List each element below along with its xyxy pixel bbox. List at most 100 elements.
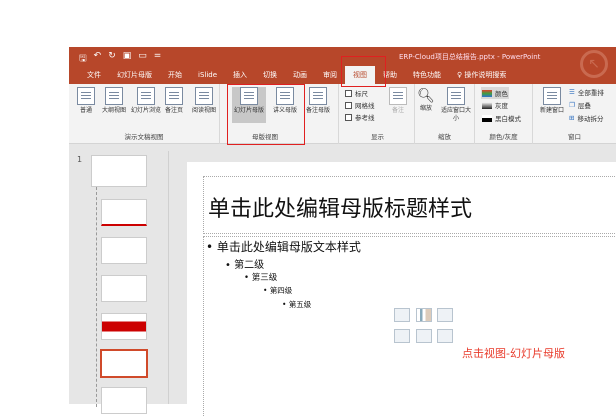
tab-islide[interactable]: iSlide <box>190 66 225 84</box>
group-window: 新建窗口 ☰ 全部重排 ❐ 层叠 ⊞ 移动拆分 窗口 <box>533 84 616 144</box>
group-label: 显示 <box>371 133 384 141</box>
layout-thumbnail-selected[interactable] <box>100 349 148 378</box>
color-swatch-icon <box>482 89 492 97</box>
label: 备注 <box>391 107 404 114</box>
body-placeholder[interactable]: • 单击此处编辑母版文本样式 • 第二级 • 第三级 • 第四级 • 第五级 点… <box>203 236 616 416</box>
ruler-checkbox[interactable]: 标尺 <box>345 88 368 98</box>
label: 适应窗口大小 <box>440 107 471 122</box>
group-label: 缩放 <box>438 133 451 141</box>
notes-page-button[interactable]: 备注页 <box>157 87 191 115</box>
label: 参考线 <box>355 114 375 122</box>
insert-video-icon[interactable] <box>437 329 453 343</box>
insert-picture-icon[interactable] <box>394 329 410 343</box>
insert-chart-icon[interactable] <box>416 308 432 322</box>
tab-file[interactable]: 文件 <box>79 66 109 84</box>
tell-me-search[interactable]: ♀ 操作说明搜索 <box>449 66 514 84</box>
move-split-button[interactable]: ⊞ 移动拆分 <box>569 113 603 123</box>
text-level-2: • 第二级 <box>225 260 265 271</box>
quick-access-toolbar: 🖫 ↶ ↻ ▣ ▭ = <box>79 51 161 67</box>
outline-view-button[interactable]: 大纲视图 <box>97 87 131 115</box>
notes-master-icon <box>309 87 327 105</box>
reading-view-icon <box>195 87 213 105</box>
text-level-1: • 单击此处编辑母版文本样式 <box>206 240 361 254</box>
notes-button[interactable]: 备注 <box>381 87 415 115</box>
ribbon: 普通 大纲视图 幻灯片浏览 备注页 阅读视图 演示文稿视图 幻灯片母版 讲义母版… <box>69 84 616 144</box>
label: 备注页 <box>164 107 183 114</box>
customize-icon[interactable]: = <box>154 51 162 67</box>
checkbox[interactable] <box>345 101 352 109</box>
checkbox[interactable] <box>345 89 352 97</box>
group-color-grayscale: 颜色 灰度 黑白模式 颜色/灰度 <box>475 84 533 144</box>
level-text: 第三级 <box>251 273 278 283</box>
highlight-master-views <box>227 84 305 145</box>
black-white-button[interactable]: 黑白模式 <box>482 113 521 123</box>
gridlines-checkbox[interactable]: 网格线 <box>345 100 375 110</box>
notes-page-icon <box>165 87 183 105</box>
tab-transitions[interactable]: 切换 <box>255 66 285 84</box>
layout-icon[interactable]: ▭ <box>138 51 147 67</box>
cascade-icon: ❐ <box>569 101 575 109</box>
tab-features[interactable]: 特色功能 <box>405 66 449 84</box>
label: 备注母版 <box>305 107 330 114</box>
new-window-button[interactable]: 新建窗口 <box>535 87 569 115</box>
label: 普通 <box>79 107 92 114</box>
master-number: 1 <box>77 155 83 164</box>
label: 层叠 <box>577 102 591 110</box>
layout-thumbnail[interactable] <box>101 199 147 226</box>
zoom-button[interactable]: 🔍︎ 缩放 <box>413 87 439 113</box>
cascade-button[interactable]: ❐ 层叠 <box>569 100 591 110</box>
help-circle-icon[interactable]: ↖ <box>580 50 608 78</box>
slide-sorter-icon <box>137 87 155 105</box>
group-label: 演示文稿视图 <box>124 133 164 141</box>
level-text: 第五级 <box>288 300 312 309</box>
present-icon[interactable]: ▣ <box>123 51 132 67</box>
label: 大纲视图 <box>101 107 126 114</box>
layout-thumbnail[interactable] <box>101 237 147 264</box>
level-text: 单击此处编辑母版文本样式 <box>216 240 361 254</box>
arrange-all-button[interactable]: ☰ 全部重排 <box>569 87 604 97</box>
redo-icon[interactable]: ↻ <box>108 51 116 67</box>
insert-online-picture-icon[interactable] <box>416 329 432 343</box>
insert-smartart-icon[interactable] <box>437 308 453 322</box>
tab-slide-master[interactable]: 幻灯片母版 <box>109 66 160 84</box>
black-white-icon <box>482 114 492 122</box>
notes-master-button[interactable]: 备注母版 <box>301 87 335 115</box>
label: 黑白模式 <box>495 115 521 123</box>
label: 颜色 <box>495 90 508 98</box>
insert-table-icon[interactable] <box>394 308 410 322</box>
slide-master-canvas[interactable]: 单击此处编辑母版标题样式 • 单击此处编辑母版文本样式 • 第二级 • 第三级 … <box>187 162 616 416</box>
reading-view-button[interactable]: 阅读视图 <box>187 87 221 115</box>
undo-icon[interactable]: ↶ <box>94 51 102 67</box>
level-text: 第二级 <box>234 260 265 271</box>
color-button[interactable]: 颜色 <box>481 87 509 99</box>
checkbox[interactable] <box>345 113 352 121</box>
group-label: 颜色/灰度 <box>489 133 518 141</box>
save-icon[interactable]: 🖫 <box>79 51 87 67</box>
text-level-5: • 第五级 <box>282 300 312 309</box>
arrange-all-icon: ☰ <box>569 88 575 96</box>
guides-checkbox[interactable]: 参考线 <box>345 112 375 122</box>
tab-animations[interactable]: 动画 <box>285 66 315 84</box>
layout-thumbnail[interactable] <box>101 275 147 302</box>
label: 移动拆分 <box>577 115 604 123</box>
label: 灰度 <box>495 102 508 110</box>
layout-thumbnail[interactable] <box>101 387 147 414</box>
title-placeholder[interactable]: 单击此处编辑母版标题样式 <box>203 176 616 234</box>
layout-thumbnail[interactable] <box>101 313 147 340</box>
master-thumbnail[interactable] <box>91 155 147 187</box>
label: 全部重排 <box>577 89 604 97</box>
document-title: ERP-Cloud项目总结报告.pptx - PowerPoint <box>399 53 541 61</box>
label: 阅读视图 <box>191 107 216 114</box>
label: 缩放 <box>419 105 432 112</box>
tell-me-label: 操作说明搜索 <box>464 71 507 79</box>
text-level-4: • 第四级 <box>263 286 293 295</box>
text-level-3: • 第三级 <box>244 273 278 283</box>
label: 网格线 <box>355 102 375 110</box>
slide-thumbnail-pane[interactable]: 1 <box>69 151 169 414</box>
tab-insert[interactable]: 插入 <box>225 66 255 84</box>
grayscale-icon <box>482 101 492 109</box>
grayscale-button[interactable]: 灰度 <box>482 100 508 110</box>
tab-home[interactable]: 开始 <box>160 66 190 84</box>
fit-to-window-button[interactable]: 适应窗口大小 <box>439 87 473 123</box>
highlight-view-tab <box>341 56 386 87</box>
